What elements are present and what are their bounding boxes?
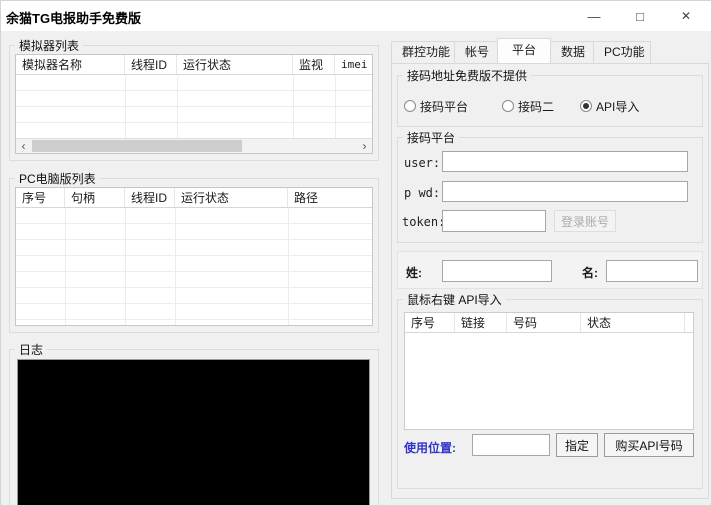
- column-header-path[interactable]: 路径: [288, 188, 372, 207]
- api-table: 序号 链接 号码 状态: [404, 312, 694, 430]
- assign-button[interactable]: 指定: [556, 433, 598, 457]
- radio-unselected-icon: [404, 100, 416, 112]
- code-platform-group: 接码平台 user: p wd: token: 登录账号: [397, 137, 703, 243]
- pc-table-body: [16, 208, 372, 325]
- login-account-button[interactable]: 登录账号: [554, 210, 616, 232]
- tab-data[interactable]: 数据: [550, 41, 594, 63]
- maximize-icon[interactable]: □: [617, 1, 663, 31]
- log-group: 日志: [9, 349, 379, 506]
- user-label: user:: [404, 156, 440, 170]
- emulator-table: 模拟器名称 线程ID 运行状态 监视 imei ‹ ›: [15, 54, 373, 154]
- name-row-box: 姓: 名:: [397, 251, 703, 289]
- first-name-field[interactable]: [606, 260, 698, 282]
- column-header-thread-id[interactable]: 线程ID: [125, 188, 175, 207]
- api-import-group: 鼠标右键 API导入 序号 链接 号码 状态 使用位置: 指定 购买API号码: [397, 299, 703, 489]
- pwd-field[interactable]: [442, 181, 688, 202]
- emulator-table-hscrollbar: ‹ ›: [16, 138, 372, 153]
- column-header-status[interactable]: 状态: [581, 313, 685, 332]
- close-icon[interactable]: ✕: [663, 1, 709, 31]
- column-header-thread-id[interactable]: 线程ID: [125, 55, 177, 74]
- pc-table: 序号 句柄 线程ID 运行状态 路径: [15, 187, 373, 326]
- radio-selected-icon: [580, 100, 592, 112]
- column-header-emulator-name[interactable]: 模拟器名称: [16, 55, 125, 74]
- radio-unselected-icon: [502, 100, 514, 112]
- window-controls: — □ ✕: [571, 1, 709, 31]
- minimize-icon[interactable]: —: [571, 1, 617, 31]
- pc-list-group: PC电脑版列表 序号 句柄 线程ID 运行状态 路径: [9, 178, 379, 333]
- radio-code-two[interactable]: 接码二: [502, 98, 554, 114]
- api-import-group-title: 鼠标右键 API导入: [403, 291, 506, 308]
- tab-platform[interactable]: 平台: [497, 38, 551, 63]
- use-position-field[interactable]: [472, 434, 550, 456]
- column-header-handle[interactable]: 句柄: [65, 188, 125, 207]
- user-field[interactable]: [442, 151, 688, 172]
- first-name-label: 名:: [582, 264, 598, 281]
- column-header-index[interactable]: 序号: [405, 313, 455, 332]
- api-table-header: 序号 链接 号码 状态: [405, 313, 693, 333]
- last-name-label: 姓:: [406, 264, 422, 281]
- pwd-label: p wd:: [404, 186, 440, 200]
- radio-label: 接码平台: [420, 98, 468, 115]
- emulator-table-header: 模拟器名称 线程ID 运行状态 监视 imei: [16, 55, 372, 75]
- last-name-field[interactable]: [442, 260, 552, 282]
- column-header-monitor[interactable]: 监视: [293, 55, 335, 74]
- use-position-label: 使用位置:: [404, 439, 456, 456]
- token-label: token:: [402, 215, 445, 229]
- scroll-right-icon[interactable]: ›: [357, 139, 372, 153]
- window-title: 余猫TG电报助手免费版: [6, 8, 141, 27]
- tab-bar: 群控功能 帐号 平台 数据 PC功能: [391, 41, 650, 63]
- emulator-list-group: 模拟器列表 模拟器名称 线程ID 运行状态 监视 imei ‹ ›: [9, 45, 379, 161]
- token-field[interactable]: [442, 210, 546, 232]
- code-address-group: 接码地址免费版不提供 接码平台 接码二 API导入: [397, 75, 703, 127]
- pc-table-header: 序号 句柄 线程ID 运行状态 路径: [16, 188, 372, 208]
- log-title: 日志: [15, 341, 47, 358]
- tab-pc-function[interactable]: PC功能: [593, 41, 651, 63]
- buy-api-number-button[interactable]: 购买API号码: [604, 433, 694, 457]
- column-header-index[interactable]: 序号: [16, 188, 65, 207]
- column-header-link[interactable]: 链接: [455, 313, 507, 332]
- radio-api-import[interactable]: API导入: [580, 98, 639, 114]
- column-header-run-status[interactable]: 运行状态: [177, 55, 293, 74]
- tab-account[interactable]: 帐号: [454, 41, 498, 63]
- radio-label: 接码二: [518, 98, 554, 115]
- scroll-left-icon[interactable]: ‹: [16, 139, 31, 153]
- column-header-number[interactable]: 号码: [507, 313, 581, 332]
- app-window: 余猫TG电报助手免费版 — □ ✕ 模拟器列表 模拟器名称 线程ID 运行状态 …: [0, 0, 712, 506]
- radio-code-platform[interactable]: 接码平台: [404, 98, 468, 114]
- column-header-imei[interactable]: imei: [335, 55, 372, 74]
- radio-label: API导入: [596, 98, 639, 115]
- emulator-list-title: 模拟器列表: [15, 37, 83, 54]
- log-output: [17, 359, 370, 506]
- column-header-filler: [685, 313, 693, 332]
- tab-group-control[interactable]: 群控功能: [391, 41, 455, 63]
- api-table-body: [405, 333, 693, 429]
- code-platform-group-title: 接码平台: [403, 129, 459, 146]
- code-address-group-title: 接码地址免费版不提供: [403, 67, 531, 84]
- title-bar: 余猫TG电报助手免费版 — □ ✕: [1, 1, 711, 31]
- pc-list-title: PC电脑版列表: [15, 170, 100, 187]
- column-header-run-status[interactable]: 运行状态: [175, 188, 288, 207]
- scrollbar-thumb[interactable]: [32, 140, 242, 152]
- emulator-table-body: [16, 75, 372, 138]
